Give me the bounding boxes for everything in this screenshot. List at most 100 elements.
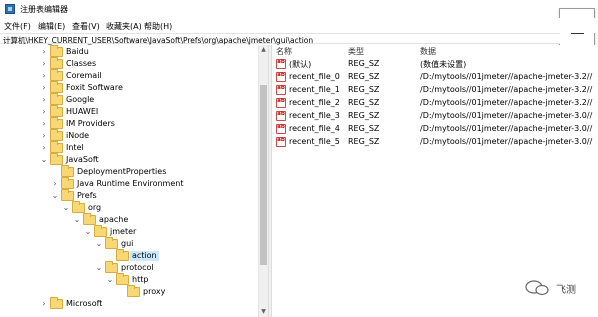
tree-node[interactable]: ⌄ JavaSoft bbox=[0, 153, 258, 166]
value-name: recent_file_1 bbox=[289, 85, 340, 94]
tree-node-label[interactable]: IM Providers bbox=[66, 119, 115, 129]
tree-node[interactable]: ⌄ jmeter bbox=[0, 225, 258, 238]
chevron-right-icon[interactable]: › bbox=[40, 82, 48, 94]
tree-node[interactable]: › Coremail bbox=[0, 69, 258, 82]
tree-node-label[interactable]: HUAWEI bbox=[66, 107, 98, 117]
menu-edit[interactable]: 编辑(E) bbox=[38, 21, 65, 32]
tree-node-label[interactable]: Coremail bbox=[66, 71, 102, 81]
chevron-down-icon[interactable]: ⌄ bbox=[84, 226, 92, 238]
tree-node[interactable]: ⌄ protocol bbox=[0, 261, 258, 274]
tree-node-label[interactable]: iNode bbox=[66, 131, 89, 141]
tree-node[interactable]: proxy bbox=[0, 285, 258, 298]
value-row[interactable]: recent_file_0 REG_SZ/D:/mytools//01jmeter… bbox=[272, 71, 598, 84]
string-value-icon bbox=[276, 124, 286, 134]
value-row[interactable]: recent_file_5 REG_SZ/D:/mytools//01jmeter… bbox=[272, 136, 598, 149]
tree-node[interactable]: ⌄ apache bbox=[0, 213, 258, 226]
scroll-up-arrow-icon[interactable]: ▲ bbox=[260, 46, 267, 54]
chevron-right-icon[interactable]: › bbox=[40, 298, 48, 310]
chevron-right-icon[interactable]: › bbox=[40, 130, 48, 142]
value-row[interactable]: (默认) REG_SZ (数值未设置) bbox=[272, 58, 598, 71]
tree-node-label[interactable]: Baidu bbox=[66, 47, 89, 57]
menu-file[interactable]: 文件(F) bbox=[4, 21, 31, 32]
chevron-down-icon[interactable]: ⌄ bbox=[106, 274, 114, 286]
column-name[interactable]: 名称 bbox=[276, 46, 292, 57]
folder-icon bbox=[127, 285, 140, 297]
tree-node-label[interactable]: action bbox=[130, 251, 159, 261]
chevron-down-icon[interactable]: ⌄ bbox=[73, 214, 81, 226]
tree-node-label[interactable]: Microsoft bbox=[66, 299, 102, 309]
value-row[interactable]: recent_file_1 REG_SZ/D:/mytools//01jmeter… bbox=[272, 84, 598, 97]
folder-icon bbox=[116, 273, 129, 285]
column-data[interactable]: 数据 bbox=[420, 46, 436, 57]
folder-icon bbox=[61, 165, 74, 177]
tree-node-label[interactable]: http bbox=[132, 275, 148, 285]
tree-node[interactable]: › Baidu bbox=[0, 45, 258, 58]
tree-node[interactable]: ⌄ gui bbox=[0, 237, 258, 250]
menu-help[interactable]: 帮助(H) bbox=[144, 21, 172, 32]
tree-node-label[interactable]: Prefs bbox=[77, 191, 97, 201]
tree-node-label[interactable]: Google bbox=[66, 95, 94, 105]
tree-node-label[interactable]: Java Runtime Environment bbox=[77, 179, 183, 189]
tree-node[interactable]: › Java Runtime Environment bbox=[0, 177, 258, 190]
tree-node[interactable]: DeploymentProperties bbox=[0, 165, 258, 178]
tree-node-label[interactable]: Foxit Software bbox=[66, 83, 123, 93]
chevron-down-icon[interactable]: ⌄ bbox=[40, 154, 48, 166]
tree-node[interactable]: › Google bbox=[0, 93, 258, 106]
tree-node-label[interactable]: apache bbox=[99, 215, 128, 225]
folder-icon bbox=[105, 261, 118, 273]
tree-scroll-thumb[interactable] bbox=[260, 85, 267, 265]
menu-view[interactable]: 查看(V) bbox=[72, 21, 100, 32]
chevron-right-icon[interactable]: › bbox=[40, 70, 48, 82]
value-data: /D:/mytools//01jmeter//apache-jmeter-3.2… bbox=[420, 98, 593, 107]
folder-icon bbox=[50, 153, 63, 165]
tree-node-label[interactable]: Intel bbox=[66, 143, 84, 153]
tree-node[interactable]: › iNode bbox=[0, 129, 258, 142]
tree-node-label[interactable]: JavaSoft bbox=[66, 155, 99, 165]
tree-node-label[interactable]: org bbox=[88, 203, 101, 213]
column-type[interactable]: 类型 bbox=[348, 46, 364, 57]
address-bar[interactable]: 计算机\HKEY_CURRENT_USER\Software\JavaSoft\… bbox=[0, 33, 560, 45]
chevron-right-icon[interactable]: › bbox=[40, 106, 48, 118]
scroll-down-arrow-icon[interactable]: ▼ bbox=[260, 308, 267, 316]
tree-node[interactable]: › Foxit Software bbox=[0, 81, 258, 94]
menu-favorites[interactable]: 收藏夹(A) bbox=[106, 21, 142, 32]
tree-scrollbar[interactable]: ▲ ▼ bbox=[258, 45, 268, 317]
chevron-right-icon[interactable]: › bbox=[40, 94, 48, 106]
tree-node-label[interactable]: DeploymentProperties bbox=[77, 167, 166, 177]
tree-node[interactable]: ⌄ Prefs bbox=[0, 189, 258, 202]
tree-node[interactable]: action bbox=[0, 249, 258, 262]
tree-node-label[interactable]: Classes bbox=[66, 59, 96, 69]
chevron-right-icon[interactable]: › bbox=[40, 118, 48, 130]
string-value-icon bbox=[276, 111, 286, 121]
registry-app-icon bbox=[5, 4, 15, 14]
chevron-right-icon[interactable]: › bbox=[40, 46, 48, 58]
tree-node[interactable]: › Microsoft bbox=[0, 297, 258, 310]
list-header: 名称 类型 数据 bbox=[272, 45, 598, 57]
value-data: /D:/mytools//01jmeter//apache-jmeter-3.0… bbox=[420, 137, 593, 146]
chevron-right-icon[interactable]: › bbox=[40, 142, 48, 154]
value-data: /D:/mytools//01jmeter//apache-jmeter-3.0… bbox=[420, 111, 593, 120]
chevron-down-icon[interactable]: ⌄ bbox=[51, 190, 59, 202]
tree-node[interactable]: › IM Providers bbox=[0, 117, 258, 130]
tree-node-label[interactable]: jmeter bbox=[110, 227, 136, 237]
tree-node-label[interactable]: protocol bbox=[121, 263, 154, 273]
tree-node[interactable]: ⌄ org bbox=[0, 201, 258, 214]
chevron-down-icon[interactable]: ⌄ bbox=[62, 202, 70, 214]
chevron-right-icon[interactable]: › bbox=[51, 178, 59, 190]
chevron-down-icon[interactable]: ⌄ bbox=[95, 238, 103, 250]
chevron-down-icon[interactable]: ⌄ bbox=[95, 262, 103, 274]
value-row[interactable]: recent_file_4 REG_SZ/D:/mytools//01jmeter… bbox=[272, 123, 598, 136]
folder-icon bbox=[61, 177, 74, 189]
value-type: REG_SZ bbox=[348, 98, 380, 107]
tree-node-label[interactable]: proxy bbox=[143, 287, 165, 297]
value-data: /D:/mytools//01jmeter//apache-jmeter-3.2… bbox=[420, 85, 593, 94]
value-row[interactable]: recent_file_2 REG_SZ/D:/mytools//01jmeter… bbox=[272, 97, 598, 110]
value-row[interactable]: recent_file_3 REG_SZ/D:/mytools//01jmeter… bbox=[272, 110, 598, 123]
tree-node[interactable]: › Classes bbox=[0, 57, 258, 70]
tree-node[interactable]: › Intel bbox=[0, 141, 258, 154]
menu-bar: 文件(F) 编辑(E) 查看(V) 收藏夹(A) 帮助(H) bbox=[0, 18, 598, 33]
tree-node[interactable]: › HUAWEI bbox=[0, 105, 258, 118]
chevron-right-icon[interactable]: › bbox=[40, 58, 48, 70]
value-type: REG_SZ bbox=[348, 59, 380, 68]
tree-node-label[interactable]: gui bbox=[121, 239, 133, 249]
